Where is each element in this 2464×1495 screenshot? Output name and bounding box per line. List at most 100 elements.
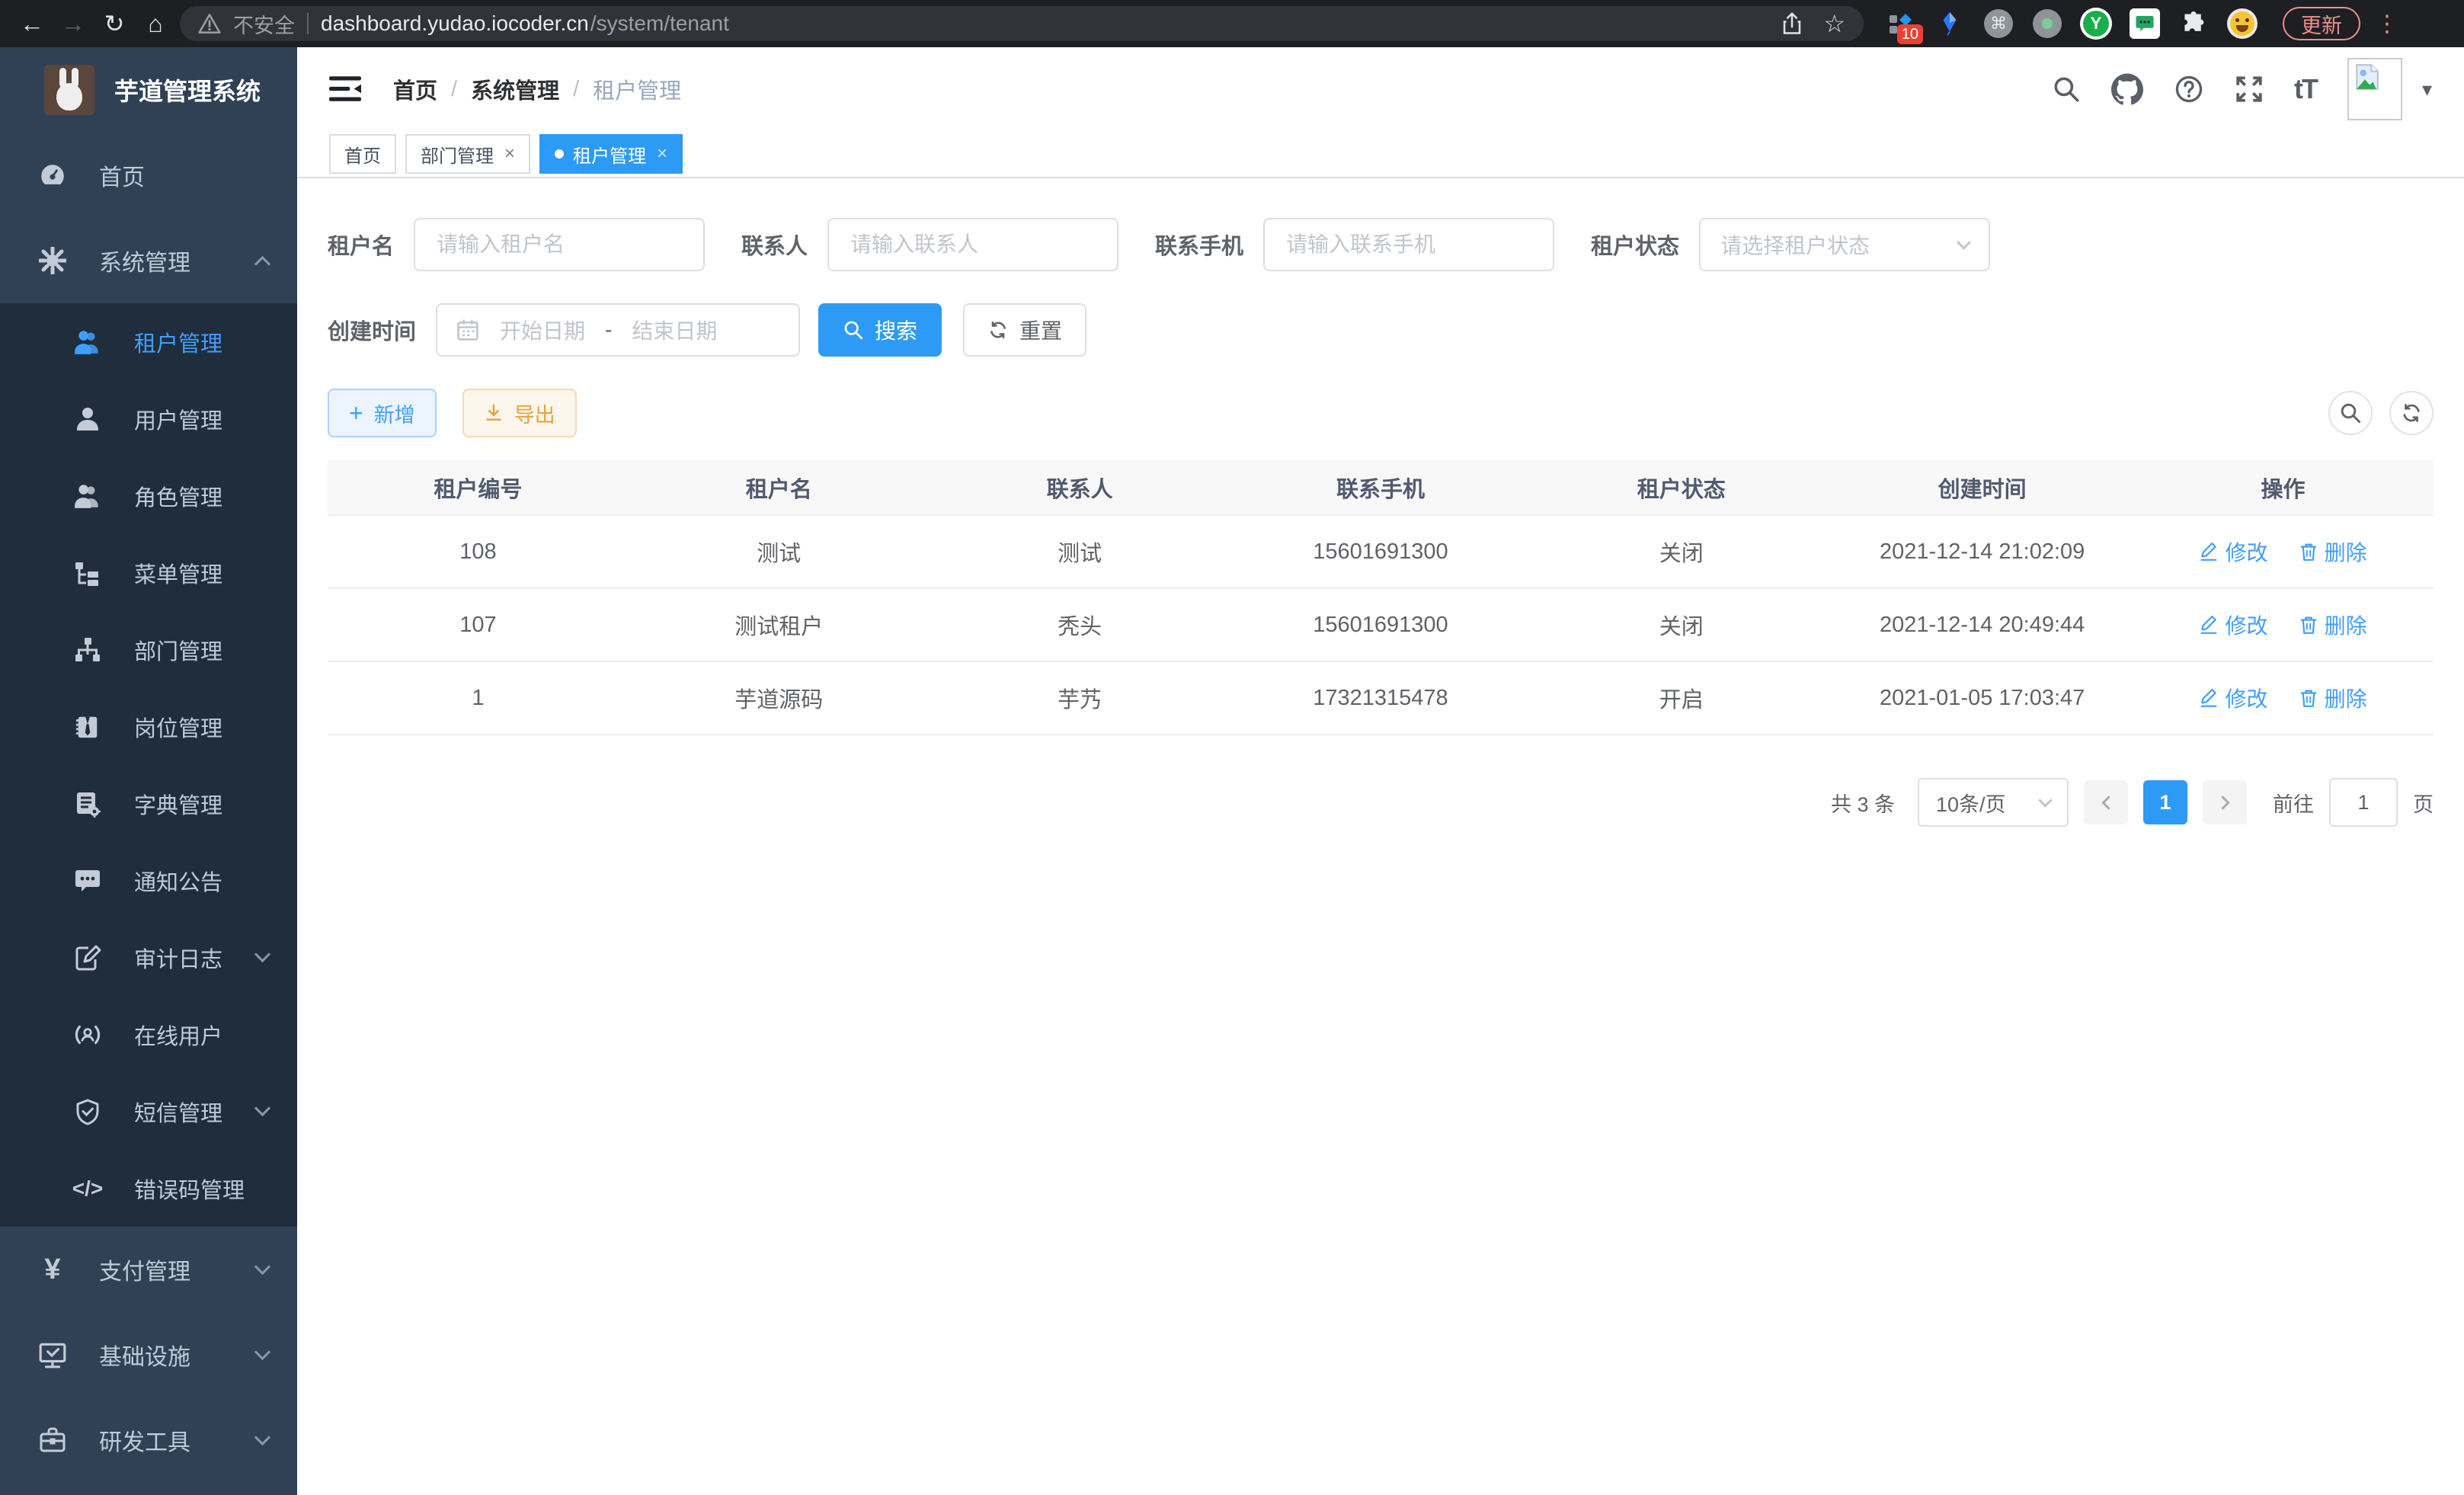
sidebar-item-infra[interactable]: 基础设施 [0,1312,297,1397]
sidebar-item-role[interactable]: 角色管理 [0,457,297,534]
sidebar-item-label: 系统管理 [99,244,190,277]
extension-badge: 10 [1897,24,1923,44]
add-button[interactable]: + 新增 [328,389,437,437]
table-row: 108 测试 测试 15601691300 关闭 2021-12-14 21:0… [328,515,2434,588]
delete-link[interactable]: 删除 [2299,536,2367,567]
reset-button[interactable]: 重置 [963,303,1086,357]
extension-recorder-icon[interactable] [2031,8,2063,40]
extension-command-icon[interactable]: ⌘ [1982,8,2014,40]
sidebar-item-menu[interactable]: 菜单管理 [0,534,297,611]
breadcrumb-home[interactable]: 首页 [393,73,437,105]
sidebar-item-label: 角色管理 [134,480,222,512]
delete-link[interactable]: 删除 [2299,610,2367,640]
sidebar-item-pay[interactable]: ¥ 支付管理 [0,1227,297,1312]
extensions-puzzle-icon[interactable] [2178,8,2210,40]
extension-tasks-icon[interactable]: 10 [1885,8,1917,40]
extension-y-icon[interactable]: Y [2080,8,2112,40]
bookmark-star-icon[interactable]: ☆ [1823,9,1845,38]
profile-avatar[interactable] [2226,8,2258,40]
sidebar-logo[interactable]: 芋道管理系统 [0,47,297,133]
create-time-range-picker[interactable]: 开始日期 - 结束日期 [436,303,800,357]
message-bubble-icon [72,867,104,895]
browser-home-button[interactable]: ⌂ [139,7,172,40]
page-1-button[interactable]: 1 [2143,780,2187,824]
url-divider [307,13,309,34]
sidebar-item-post[interactable]: 岗位管理 [0,688,297,765]
security-label[interactable]: 不安全 [233,9,295,39]
search-button[interactable]: 搜索 [818,303,942,357]
share-icon[interactable] [1781,12,1803,35]
help-icon[interactable] [2174,74,2204,104]
sidebar-item-user[interactable]: 用户管理 [0,380,297,457]
tab-close-icon[interactable]: × [657,143,667,165]
shield-check-icon [72,1098,104,1125]
font-size-icon[interactable]: tT [2294,73,2317,105]
tabs-bar: 首页 部门管理 × 租户管理 × [297,131,2464,178]
sidebar-item-dict[interactable]: 字典管理 [0,765,297,842]
breadcrumb-current: 租户管理 [593,73,681,105]
sidebar-item-online-user[interactable]: 在线用户 [0,996,297,1073]
user-avatar[interactable] [2347,58,2402,120]
system-submenu: 租户管理 用户管理 角色管理 菜单管理 部门管理 [0,303,297,1227]
sidebar-item-dept[interactable]: 部门管理 [0,611,297,688]
tab-tenant[interactable]: 租户管理 × [539,134,683,174]
sidebar-item-label: 研发工具 [99,1423,190,1457]
tab-home[interactable]: 首页 [329,134,396,174]
address-bar[interactable]: 不安全 dashboard.yudao.iocoder.cn /system/t… [180,6,1864,41]
user-icon [72,405,104,433]
page-size-select[interactable]: 10条/页 [1918,778,2069,827]
fullscreen-icon[interactable] [2235,75,2264,104]
extension-kite-icon[interactable] [1934,8,1966,40]
edit-link[interactable]: 修改 [2199,683,2267,713]
cell-tenant-id: 107 [328,588,629,661]
github-icon[interactable] [2111,73,2143,105]
sidebar-item-home[interactable]: 首页 [0,133,297,218]
extension-chat-icon[interactable] [2129,8,2161,40]
trash-icon [2299,615,2318,635]
toggle-search-button[interactable] [2328,391,2373,435]
cell-tenant-name: 测试租户 [629,588,930,661]
browser-back-button[interactable]: ← [15,7,49,40]
sidebar-item-error-code[interactable]: </> 错误码管理 [0,1150,297,1227]
chrome-update-button[interactable]: 更新 [2283,7,2360,40]
download-icon [484,403,504,423]
edit-log-icon [72,944,104,972]
refresh-icon [987,319,1009,341]
active-dot [555,149,564,158]
roles-icon [72,482,104,511]
contact-input[interactable] [827,218,1118,271]
export-button[interactable]: 导出 [462,389,577,437]
header-search-icon[interactable] [2052,75,2081,104]
mobile-input[interactable] [1263,218,1554,271]
sidebar-item-notice[interactable]: 通知公告 [0,842,297,919]
delete-link[interactable]: 删除 [2299,683,2367,713]
tenant-name-input[interactable] [414,218,705,271]
sidebar-toggle-button[interactable] [329,75,361,103]
browser-reload-button[interactable]: ↻ [98,7,131,40]
sidebar-item-dev-tools[interactable]: 研发工具 [0,1397,297,1483]
sidebar-item-audit-log[interactable]: 审计日志 [0,919,297,996]
refresh-table-button[interactable] [2389,391,2434,435]
avatar-dropdown-caret-icon[interactable]: ▾ [2422,78,2432,101]
edit-link[interactable]: 修改 [2199,536,2267,567]
sidebar-item-tenant[interactable]: 租户管理 [0,303,297,380]
sidebar-item-system[interactable]: 系统管理 [0,218,297,303]
prev-page-button[interactable] [2084,780,2128,824]
url-path[interactable]: /system/tenant [590,11,729,36]
breadcrumb-system[interactable]: 系统管理 [471,73,559,105]
tab-close-icon[interactable]: × [504,143,515,165]
col-created: 创建时间 [1832,460,2133,515]
edit-link[interactable]: 修改 [2199,610,2267,640]
browser-forward-button[interactable]: → [56,7,90,40]
url-host[interactable]: dashboard.yudao.iocoder.cn [321,11,589,36]
status-select[interactable]: 请选择租户状态 [1699,218,1990,271]
page-jumper-input[interactable] [2329,778,2398,827]
breadcrumb: 首页 / 系统管理 / 租户管理 [393,73,681,105]
tab-dept[interactable]: 部门管理 × [405,134,530,174]
chevron-down-icon [254,1258,270,1274]
security-warning-icon[interactable] [198,12,221,35]
sidebar-item-label: 短信管理 [134,1096,222,1128]
chrome-menu-icon[interactable]: ⋮ [2376,11,2398,37]
sidebar-item-sms[interactable]: 短信管理 [0,1073,297,1150]
next-page-button[interactable] [2203,780,2247,824]
